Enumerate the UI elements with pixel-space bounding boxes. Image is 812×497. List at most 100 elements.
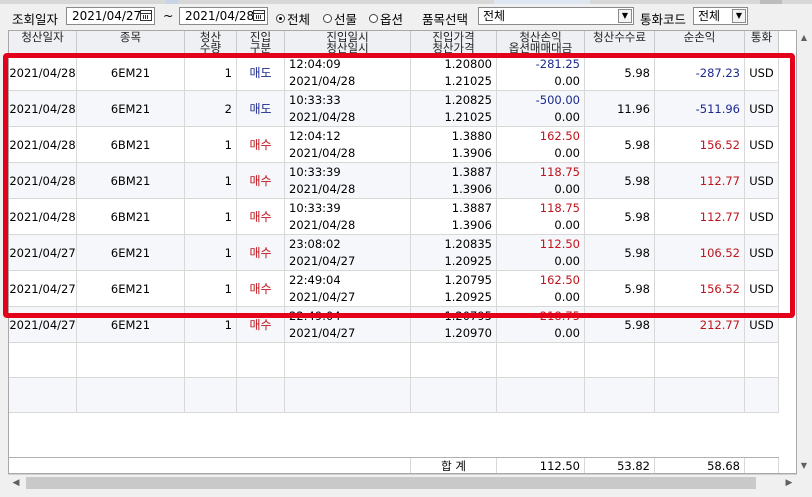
currency-select[interactable]: 전체 ▼ (693, 7, 748, 25)
column-header-price[interactable]: 진입가격 청산가격 (411, 31, 497, 55)
date-from-input[interactable]: 2021/04/27 (66, 7, 155, 25)
empty-cell (411, 378, 497, 412)
radio-dot[interactable] (323, 14, 332, 23)
premium-value: 0.00 (554, 145, 580, 160)
net-cell: -511.96 (655, 91, 745, 126)
clear-date-cell: 2021/04/28 (9, 55, 77, 90)
scroll-down-icon[interactable]: ▼ (797, 458, 811, 474)
table-row[interactable]: 2021/04/276EM211매수2021/04/26 22:49:04202… (9, 271, 779, 307)
qty-cell: 1 (185, 235, 237, 270)
column-header-pnl[interactable]: 청산손익 옵션매매대금 (497, 31, 585, 55)
side-label: 매수 (249, 246, 272, 260)
side-label: 매수 (249, 210, 272, 224)
product-select[interactable]: 전체 ▼ (478, 7, 634, 25)
item-cell: 6EM21 (77, 91, 185, 126)
column-header-net[interactable]: 순손익 (655, 31, 745, 55)
side-label: 매수 (249, 318, 272, 332)
column-header-clear_date[interactable]: 청산일자 (9, 31, 77, 55)
net-cell: 156.52 (655, 127, 745, 162)
date-range-separator: ~ (163, 8, 174, 23)
entry-price: 1.3887 (451, 200, 492, 215)
currency-cell: USD (745, 163, 779, 198)
empty-cell (745, 378, 779, 412)
calendar-icon[interactable] (253, 10, 265, 21)
vertical-scrollbar[interactable]: ▲ ▼ (797, 30, 811, 474)
column-header-time[interactable]: 진입일시 청산일시 (285, 31, 411, 55)
table-row[interactable]: 2021/04/286BM211매수2021/04/27 10:33:39202… (9, 163, 779, 199)
scroll-thumb[interactable] (26, 477, 756, 489)
horizontal-scrollbar[interactable]: ◀ ▶ (8, 474, 797, 492)
table-row[interactable]: 2021/04/286BM211매수2021/04/27 10:33:39202… (9, 199, 779, 235)
scroll-up-icon[interactable]: ▲ (797, 30, 811, 46)
net-cell: 212.77 (655, 307, 745, 342)
grid-header: 청산일자 종목 청산 수량 진입 구분 진입일시 청산일시 진입가격 청산가격 청산손익 옵… (9, 31, 779, 56)
column-header-side[interactable]: 진입 구분 (237, 31, 285, 55)
scroll-right-icon[interactable]: ▶ (781, 475, 797, 492)
premium-value: 0.00 (554, 289, 580, 304)
table-row[interactable]: 2021/04/276EM211매수2021/04/26 22:49:04202… (9, 307, 779, 343)
empty-cell (77, 378, 185, 412)
item-cell: 6EM21 (77, 235, 185, 270)
currency-cell: USD (745, 199, 779, 234)
qty-cell: 2 (185, 91, 237, 126)
side-cell: 매수 (237, 199, 285, 234)
exit-price: 1.20925 (444, 253, 492, 268)
item-cell: 6BM21 (77, 199, 185, 234)
currency-cell: USD (745, 307, 779, 342)
radio-dot-selected[interactable] (276, 14, 285, 23)
time-cell: 2021/04/27 12:04:12 2021/04/28 07:03:46 (285, 127, 411, 162)
totals-label: 합 계 (411, 458, 497, 473)
side-label: 매도 (249, 66, 272, 80)
net-cell: 156.52 (655, 271, 745, 306)
fee-cell: 5.98 (585, 163, 655, 198)
radio-options[interactable]: 옵션 (369, 9, 403, 28)
column-header-qty[interactable]: 청산 수량 (185, 31, 237, 55)
empty-cell (237, 343, 285, 377)
totals-spacer (9, 458, 411, 473)
price-cell: 1.3880 1.3906 (411, 127, 497, 162)
table-row[interactable]: 2021/04/276EM211매수2021/04/26 23:08:02202… (9, 235, 779, 271)
radio-all[interactable]: 전체 (276, 9, 310, 28)
empty-cell (655, 343, 745, 377)
column-header-fee[interactable]: 청산수수료 (585, 31, 655, 55)
side-label: 매수 (249, 138, 272, 152)
exit-time: 2021/04/28 07:03:46 (289, 181, 356, 196)
currency-cell: USD (745, 235, 779, 270)
totals-pnl: 112.50 (497, 458, 585, 473)
date-to-input[interactable]: 2021/04/28 (179, 7, 268, 25)
item-cell: 6BM21 (77, 163, 185, 198)
fee-cell: 5.98 (585, 271, 655, 306)
scroll-left-icon[interactable]: ◀ (8, 475, 24, 492)
entry-time: 2021/04/27 10:33:39 (289, 164, 341, 179)
empty-cell (497, 343, 585, 377)
table-row[interactable]: 2021/04/286BM211매수2021/04/27 12:04:12202… (9, 127, 779, 163)
qty-cell: 1 (185, 199, 237, 234)
fee-cell: 5.98 (585, 307, 655, 342)
chevron-down-icon[interactable]: ▼ (618, 9, 632, 23)
net-cell: -287.23 (655, 55, 745, 90)
price-cell: 1.20835 1.20925 (411, 235, 497, 270)
exit-price: 1.3906 (451, 181, 492, 196)
date-to-value: 2021/04/28 (185, 9, 255, 23)
net-value: 212.77 (699, 317, 740, 332)
totals-fee: 53.82 (585, 458, 655, 473)
radio-dot[interactable] (369, 14, 378, 23)
column-header-ccy[interactable]: 통화 (745, 31, 779, 55)
qty-cell: 1 (185, 55, 237, 90)
chevron-down-icon[interactable]: ▼ (732, 9, 746, 23)
exit-price: 1.20925 (444, 289, 492, 304)
empty-cell (655, 378, 745, 412)
clear-date-cell: 2021/04/27 (9, 271, 77, 306)
table-row[interactable]: 2021/04/286EM211매도2021/04/27 12:04:09202… (9, 55, 779, 91)
radio-futures[interactable]: 선물 (323, 9, 357, 28)
clear-date-cell: 2021/04/28 (9, 91, 77, 126)
empty-cell (585, 378, 655, 412)
totals-row: 합 계 112.50 53.82 58.68 (9, 457, 779, 473)
price-cell: 1.20800 1.21025 (411, 55, 497, 90)
calendar-icon[interactable] (140, 10, 152, 21)
column-header-item[interactable]: 종목 (77, 31, 185, 55)
side-label: 매수 (249, 174, 272, 188)
fee-cell: 11.96 (585, 91, 655, 126)
table-row[interactable]: 2021/04/286EM212매도2021/04/27 10:33:33202… (9, 91, 779, 127)
empty-cell (185, 343, 237, 377)
